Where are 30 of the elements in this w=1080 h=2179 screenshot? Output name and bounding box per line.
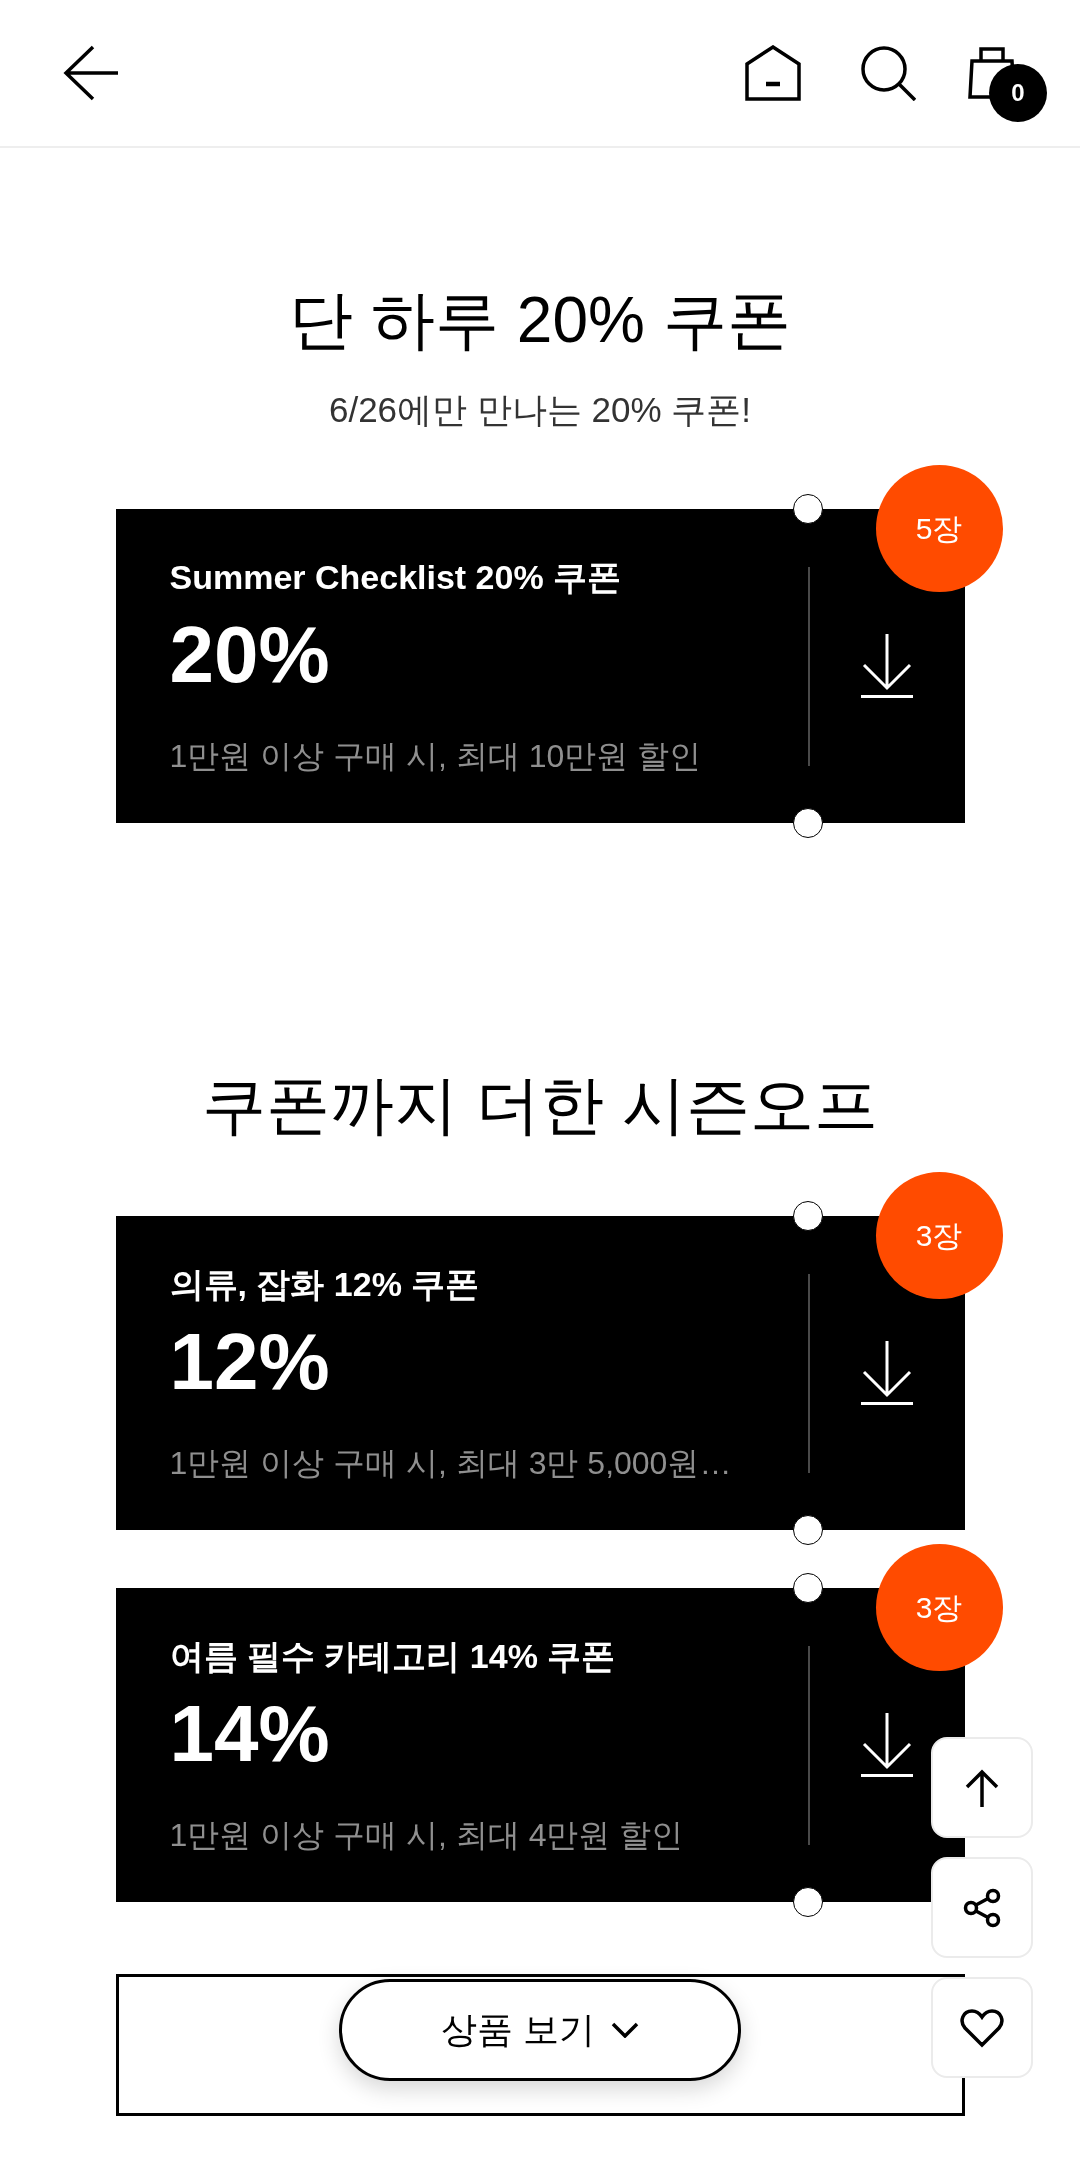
coupon-condition: 1만원 이상 구매 시, 최대 10만원 할인 <box>169 737 702 776</box>
chevron-down-icon <box>611 2022 639 2038</box>
download-icon[interactable] <box>861 1713 913 1777</box>
scroll-top-button[interactable] <box>931 1737 1033 1838</box>
coupon-name: 여름 필수 카테고리 14% 쿠폰 <box>169 1636 616 1676</box>
share-button[interactable] <box>931 1857 1033 1958</box>
quantity-badge: 3장 <box>875 1544 1003 1671</box>
discount-rate: 20% <box>169 615 330 695</box>
heart-icon <box>959 2007 1005 2048</box>
cart-count-badge: 0 <box>989 64 1047 122</box>
discount-rate: 12% <box>169 1322 330 1402</box>
section-subtitle: 6/26에만 만나는 20% 쿠폰! <box>328 389 752 431</box>
coupon-condition: 1만원 이상 구매 시, 최대 4만원 할인 <box>169 1816 684 1855</box>
back-arrow-icon[interactable] <box>62 45 118 101</box>
arrow-up-icon <box>964 1768 1000 1807</box>
download-icon[interactable] <box>861 634 913 698</box>
download-icon[interactable] <box>861 1341 913 1405</box>
coupon-condition: 1만원 이상 구매 시, 최대 3만 5,000원… <box>169 1444 732 1483</box>
quantity-badge: 3장 <box>875 1172 1003 1299</box>
section-title: 쿠폰까지 더한 시즌오프 <box>202 1068 878 1143</box>
discount-rate: 14% <box>169 1694 330 1774</box>
home-icon[interactable] <box>745 45 801 101</box>
view-products-button[interactable]: 상품 보기 <box>339 1979 741 2081</box>
coupon-name: 의류, 잡화 12% 쿠폰 <box>169 1264 480 1304</box>
section-title: 단 하루 20% 쿠폰 <box>289 283 791 358</box>
wishlist-button[interactable] <box>931 1977 1033 2078</box>
search-icon[interactable] <box>860 45 916 101</box>
quantity-badge: 5장 <box>875 465 1003 592</box>
share-icon <box>962 1887 1002 1928</box>
coupon-name: Summer Checklist 20% 쿠폰 <box>169 557 622 597</box>
